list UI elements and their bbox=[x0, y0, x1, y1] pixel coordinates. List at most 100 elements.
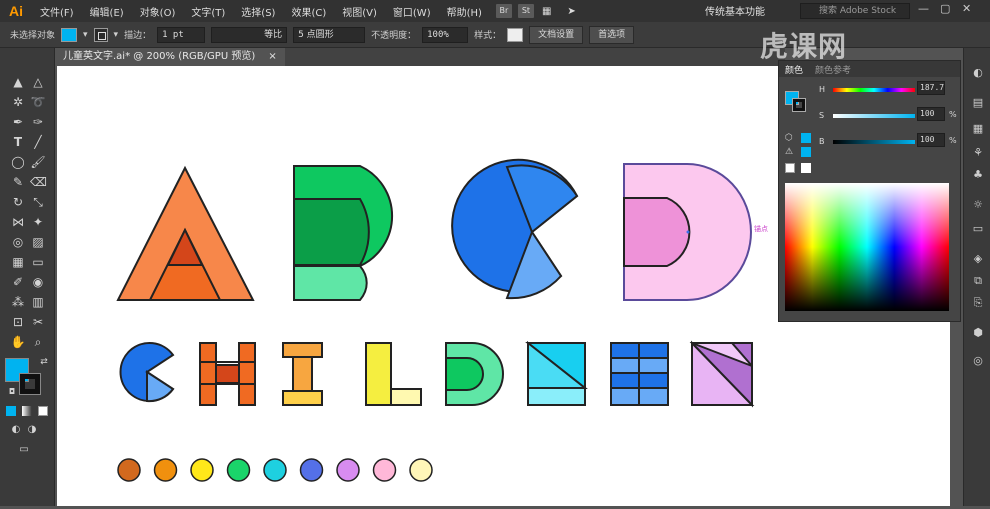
blend-tool-icon[interactable]: ◉ bbox=[30, 274, 46, 290]
gradient-panel-icon[interactable]: ▭ bbox=[971, 222, 985, 236]
ellipse-tool-icon[interactable]: ◯ bbox=[10, 154, 26, 170]
perspective-grid-icon[interactable]: ▨ bbox=[30, 234, 46, 250]
stock-button[interactable]: St bbox=[517, 4, 534, 18]
menu-file[interactable]: 文件(F) bbox=[32, 4, 82, 19]
menu-object[interactable]: 对象(O) bbox=[132, 4, 184, 19]
gamut-swatch[interactable] bbox=[801, 147, 811, 157]
palette-dot[interactable] bbox=[336, 458, 360, 482]
document-tab[interactable]: 儿童英文字.ai* @ 200% (RGB/GPU 预览) × bbox=[55, 48, 285, 66]
draw-mode-icon[interactable]: ◐ bbox=[8, 422, 24, 438]
lasso-icon[interactable]: ➰ bbox=[30, 94, 46, 110]
selection-tool-icon[interactable]: ▲ bbox=[10, 74, 26, 90]
appearance-icon[interactable]: ◎ bbox=[971, 354, 985, 368]
3d-icon[interactable]: ⬢ bbox=[971, 326, 985, 340]
maximize-icon[interactable]: ▢ bbox=[940, 2, 950, 15]
puppet-warp-icon[interactable]: ✦ bbox=[30, 214, 46, 230]
panel-stroke-swatch[interactable] bbox=[792, 98, 806, 112]
rotate-tool-icon[interactable]: ↻ bbox=[10, 194, 26, 210]
color-mode-icon[interactable] bbox=[6, 406, 16, 416]
none-swatch[interactable] bbox=[785, 163, 795, 173]
stroke-color-swatch[interactable] bbox=[19, 373, 41, 395]
menu-edit[interactable]: 编辑(E) bbox=[82, 4, 132, 19]
white-swatch[interactable] bbox=[801, 163, 811, 173]
web-safe-swatch[interactable] bbox=[801, 133, 811, 143]
chevron-down-icon[interactable]: ▾ bbox=[83, 30, 88, 40]
shape-builder-icon[interactable]: ◎ bbox=[10, 234, 26, 250]
workspace-switcher[interactable]: 传统基本功能 bbox=[705, 3, 765, 18]
stroke-panel-icon[interactable]: ☼ bbox=[971, 198, 985, 212]
direct-selection-tool-icon[interactable]: △ bbox=[30, 74, 46, 90]
menu-effect[interactable]: 效果(C) bbox=[283, 4, 334, 19]
hue-slider[interactable] bbox=[833, 88, 915, 92]
layers-icon[interactable]: ◈ bbox=[971, 252, 985, 266]
brightness-slider[interactable] bbox=[833, 140, 915, 144]
stroke-profile-select[interactable]: 等比 bbox=[211, 26, 288, 43]
palette-dot[interactable] bbox=[226, 458, 251, 482]
palette-dot[interactable] bbox=[117, 458, 141, 482]
palette-dot[interactable] bbox=[190, 458, 214, 482]
line-tool-icon[interactable]: ╱ bbox=[30, 134, 46, 150]
chevron-down-icon[interactable]: ▾ bbox=[114, 30, 119, 40]
screen-mode-icon[interactable]: ▭ bbox=[16, 442, 32, 458]
s-value-field[interactable]: 100 bbox=[917, 107, 945, 121]
menu-select[interactable]: 选择(S) bbox=[233, 4, 283, 19]
brush-select[interactable]: 5 点圆形 bbox=[293, 26, 366, 43]
h-value-field[interactable]: 187.7 bbox=[917, 81, 945, 95]
curvature-tool-icon[interactable]: ✑ bbox=[30, 114, 46, 130]
eraser-icon[interactable]: ⌫ bbox=[30, 174, 47, 190]
saturation-slider[interactable] bbox=[833, 114, 915, 118]
stroke-weight-field[interactable]: 1 pt bbox=[157, 26, 206, 43]
artboard-tool-icon[interactable]: ⊡ bbox=[10, 314, 26, 330]
mesh-tool-icon[interactable]: ▦ bbox=[10, 254, 26, 270]
artboards-icon[interactable]: ⧉ bbox=[971, 274, 985, 288]
arrange-documents-icon[interactable]: ▦ bbox=[534, 6, 559, 17]
magic-wand-icon[interactable]: ✲ bbox=[10, 94, 26, 110]
bridge-button[interactable]: Br bbox=[495, 4, 512, 18]
color-spectrum[interactable] bbox=[785, 183, 949, 311]
gradient-tool-icon[interactable]: ▭ bbox=[30, 254, 46, 270]
palette-dot[interactable] bbox=[409, 458, 433, 482]
opacity-field[interactable]: 100% bbox=[422, 26, 469, 43]
properties-icon[interactable]: ▤ bbox=[971, 96, 985, 110]
none-mode-icon[interactable] bbox=[38, 406, 48, 416]
swatches-icon[interactable]: ▦ bbox=[971, 122, 985, 136]
scale-tool-icon[interactable]: ⤡ bbox=[30, 194, 46, 210]
gpu-performance-icon[interactable]: ➤ bbox=[559, 6, 583, 17]
palette-dot[interactable] bbox=[372, 458, 397, 482]
eyedropper-icon[interactable]: ✐ bbox=[10, 274, 26, 290]
graph-tool-icon[interactable]: ▥ bbox=[30, 294, 46, 310]
color-panel-icon[interactable]: ◐ bbox=[971, 66, 985, 80]
symbols-icon[interactable]: ♣ bbox=[971, 168, 985, 182]
b-value-field[interactable]: 100 bbox=[917, 133, 945, 147]
paintbrush-icon[interactable]: 🖌 bbox=[30, 154, 46, 170]
close-icon[interactable]: ✕ bbox=[962, 2, 971, 15]
stock-search-input[interactable]: 搜索 Adobe Stock bbox=[800, 3, 910, 19]
palette-dot[interactable] bbox=[153, 458, 178, 482]
width-tool-icon[interactable]: ⋈ bbox=[10, 214, 26, 230]
symbol-sprayer-icon[interactable]: ⁂ bbox=[10, 294, 26, 310]
pen-tool-icon[interactable]: ✒ bbox=[10, 114, 26, 130]
palette-dot[interactable] bbox=[263, 458, 287, 482]
menu-view[interactable]: 视图(V) bbox=[334, 4, 385, 19]
hand-tool-icon[interactable]: ✋ bbox=[10, 334, 26, 350]
gradient-mode-icon[interactable] bbox=[22, 406, 32, 416]
menu-help[interactable]: 帮助(H) bbox=[439, 4, 490, 19]
palette-dot[interactable] bbox=[299, 458, 324, 482]
shaper-tool-icon[interactable]: ✎ bbox=[10, 174, 26, 190]
minimize-icon[interactable]: — bbox=[918, 2, 929, 15]
tab-close-icon[interactable]: × bbox=[268, 51, 276, 62]
preferences-button[interactable]: 首选项 bbox=[589, 25, 635, 44]
stroke-swatch[interactable] bbox=[93, 27, 108, 42]
menu-window[interactable]: 窗口(W) bbox=[385, 4, 439, 19]
default-colors-icon[interactable]: ◘ bbox=[4, 384, 20, 400]
fill-swatch[interactable] bbox=[61, 27, 78, 42]
style-swatch[interactable] bbox=[507, 27, 524, 42]
type-tool-icon[interactable]: T bbox=[10, 134, 26, 150]
menu-type[interactable]: 文字(T) bbox=[183, 4, 233, 19]
swap-fill-stroke-icon[interactable]: ⇄ bbox=[36, 354, 52, 370]
brushes-icon[interactable]: ⚘ bbox=[971, 146, 985, 160]
links-icon[interactable]: ⎘ bbox=[971, 296, 985, 310]
zoom-tool-icon[interactable]: ⌕ bbox=[30, 334, 46, 350]
draw-inside-icon[interactable]: ◑ bbox=[24, 422, 40, 438]
document-setup-button[interactable]: 文档设置 bbox=[529, 25, 584, 44]
